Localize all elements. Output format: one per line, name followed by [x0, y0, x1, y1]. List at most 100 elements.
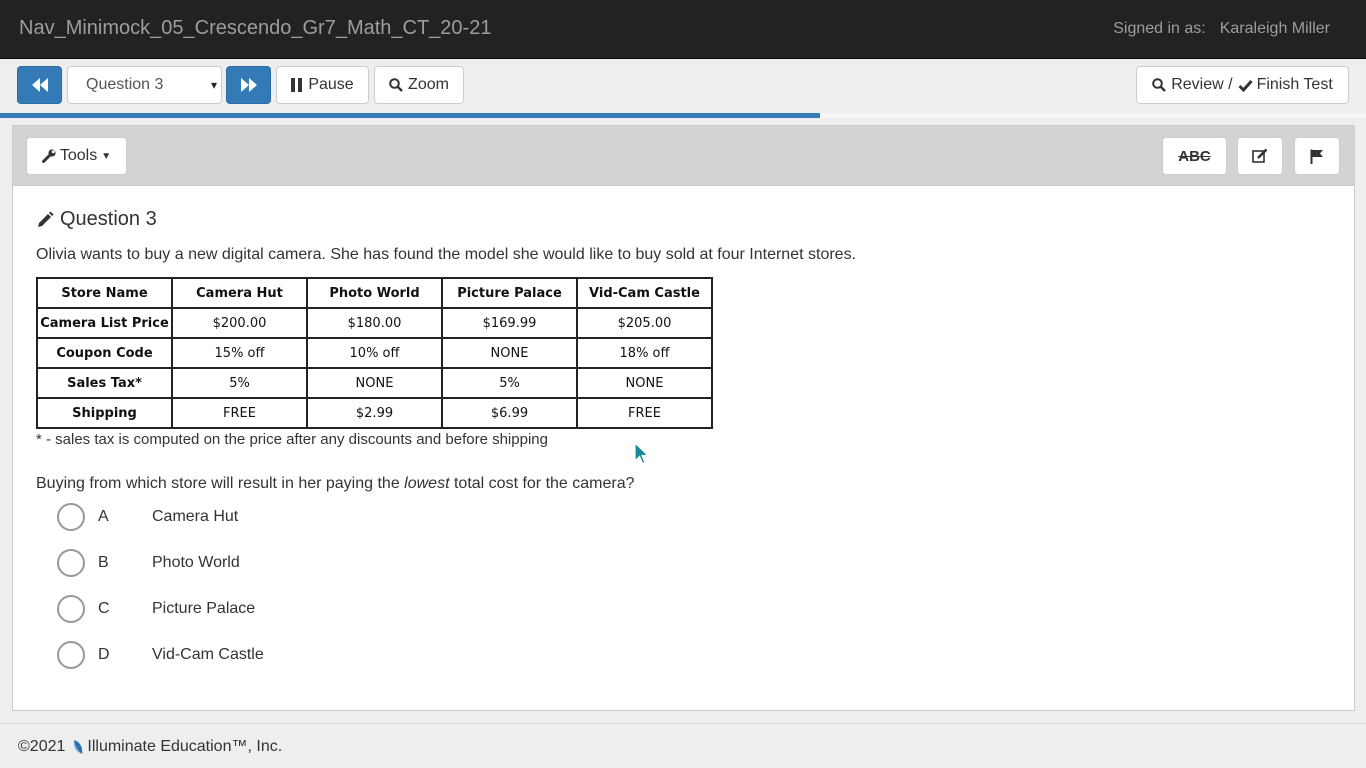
check-icon [1238, 79, 1253, 92]
fast-backward-icon [31, 78, 48, 92]
choice-text: Vid-Cam Castle [152, 646, 264, 663]
question-stem: Olivia wants to buy a new digital camera… [36, 246, 857, 263]
answer-choice-b[interactable]: B Photo World [57, 548, 240, 578]
question-select[interactable]: Question 3 ▾ [67, 66, 222, 104]
table-header-cell: Store Name [36, 277, 173, 309]
review-label: Review / [1171, 76, 1233, 93]
table-cell: FREE [171, 397, 308, 429]
tools-dropdown-button[interactable]: Tools ▼ [26, 137, 127, 175]
store-table: Store Name Camera Hut Photo World Pictur… [36, 277, 713, 429]
table-header-cell: Camera Hut [171, 277, 308, 309]
choice-text: Camera Hut [152, 508, 239, 525]
wrench-icon [41, 149, 56, 163]
table-cell: 10% off [306, 337, 443, 369]
table-cell: $200.00 [171, 307, 308, 339]
pause-icon [291, 78, 303, 92]
illuminate-logo-icon [74, 740, 83, 754]
table-footnote: * - sales tax is computed on the price a… [36, 431, 548, 448]
copyright-year: ©2021 [18, 738, 66, 755]
question-select-value: Question 3 [86, 76, 164, 93]
strikethrough-label: ABC [1178, 147, 1211, 165]
progress-bar [0, 113, 1366, 118]
table-row-header: Camera List Price [36, 307, 173, 339]
flag-button[interactable] [1294, 137, 1340, 175]
progress-fill [0, 113, 820, 118]
question-title-text: Question 3 [60, 208, 157, 230]
table-cell: 18% off [576, 337, 713, 369]
choice-letter: D [98, 646, 110, 663]
question-navbar: Question 3 ▾ Pause Zoom Review / Finish … [0, 60, 1366, 114]
chevron-down-icon: ▾ [210, 78, 217, 92]
next-question-button[interactable] [226, 66, 271, 104]
pencil-icon [38, 211, 54, 227]
user-name: Karaleigh Miller [1219, 20, 1330, 37]
app-header: Nav_Minimock_05_Crescendo_Gr7_Math_CT_20… [0, 0, 1366, 59]
app-footer: ©2021 Illuminate Education™, Inc. [0, 723, 1366, 768]
table-row: Sales Tax* 5% NONE 5% NONE [36, 367, 713, 399]
pause-button[interactable]: Pause [276, 66, 369, 104]
caret-down-icon: ▼ [101, 150, 112, 162]
question-title: Question 3 [36, 208, 157, 231]
table-header-row: Store Name Camera Hut Photo World Pictur… [36, 277, 713, 309]
zoom-button[interactable]: Zoom [374, 66, 464, 104]
choice-radio[interactable] [57, 595, 85, 623]
previous-question-button[interactable] [17, 66, 62, 104]
strikethrough-button[interactable]: ABC [1162, 137, 1227, 175]
table-header-cell: Photo World [306, 277, 443, 309]
table-cell: NONE [576, 367, 713, 399]
table-cell: $169.99 [441, 307, 578, 339]
table-cell: $180.00 [306, 307, 443, 339]
tools-toolbar: Tools ▼ ABC [13, 126, 1354, 186]
fast-forward-icon [240, 78, 257, 92]
table-row-header: Sales Tax* [36, 367, 173, 399]
table-row: Coupon Code 15% off 10% off NONE 18% off [36, 337, 713, 369]
table-cell: $2.99 [306, 397, 443, 429]
question-prompt: Buying from which store will result in h… [36, 475, 635, 493]
table-row-header: Coupon Code [36, 337, 173, 369]
answer-choice-a[interactable]: A Camera Hut [57, 502, 238, 532]
table-row: Shipping FREE $2.99 $6.99 FREE [36, 397, 713, 429]
search-icon [389, 78, 403, 92]
table-header-cell: Picture Palace [441, 277, 578, 309]
prompt-emphasis: lowest [404, 475, 450, 492]
table-cell: NONE [441, 337, 578, 369]
test-title: Nav_Minimock_05_Crescendo_Gr7_Math_CT_20… [19, 17, 492, 39]
table-row: Camera List Price $200.00 $180.00 $169.9… [36, 307, 713, 339]
signed-in-info: Signed in as: Karaleigh Miller [1113, 20, 1330, 38]
table-cell: $6.99 [441, 397, 578, 429]
choice-letter: C [98, 600, 110, 617]
question-panel: Tools ▼ ABC Question 3 Olivia wants to b… [12, 125, 1355, 711]
mouse-cursor-icon [634, 442, 650, 465]
copyright-info: ©2021 Illuminate Education™, Inc. [18, 738, 282, 756]
answer-choice-c[interactable]: C Picture Palace [57, 594, 255, 624]
choice-radio[interactable] [57, 549, 85, 577]
notes-button[interactable] [1237, 137, 1283, 175]
choice-text: Photo World [152, 554, 240, 571]
review-finish-button[interactable]: Review / Finish Test [1136, 66, 1349, 104]
choice-radio[interactable] [57, 641, 85, 669]
company-name: Illuminate Education™, Inc. [87, 738, 283, 755]
edit-icon [1252, 148, 1268, 163]
table-cell: 5% [441, 367, 578, 399]
signed-in-label: Signed in as: [1113, 20, 1206, 37]
table-cell: FREE [576, 397, 713, 429]
zoom-label: Zoom [408, 76, 449, 93]
choice-letter: B [98, 554, 109, 571]
table-cell: NONE [306, 367, 443, 399]
tools-label: Tools [59, 147, 98, 164]
prompt-text-after: total cost for the camera? [449, 475, 635, 492]
pause-label: Pause [308, 76, 354, 93]
answer-choice-d[interactable]: D Vid-Cam Castle [57, 640, 264, 670]
table-row-header: Shipping [36, 397, 173, 429]
choice-letter: A [98, 508, 109, 525]
choice-text: Picture Palace [152, 600, 256, 617]
table-header-cell: Vid-Cam Castle [576, 277, 713, 309]
table-cell: 15% off [171, 337, 308, 369]
table-cell: 5% [171, 367, 308, 399]
finish-label: Finish Test [1256, 76, 1333, 93]
search-icon [1152, 78, 1167, 92]
flag-icon [1310, 149, 1323, 164]
choice-radio[interactable] [57, 503, 85, 531]
prompt-text-before: Buying from which store will result in h… [36, 475, 405, 492]
table-cell: $205.00 [576, 307, 713, 339]
